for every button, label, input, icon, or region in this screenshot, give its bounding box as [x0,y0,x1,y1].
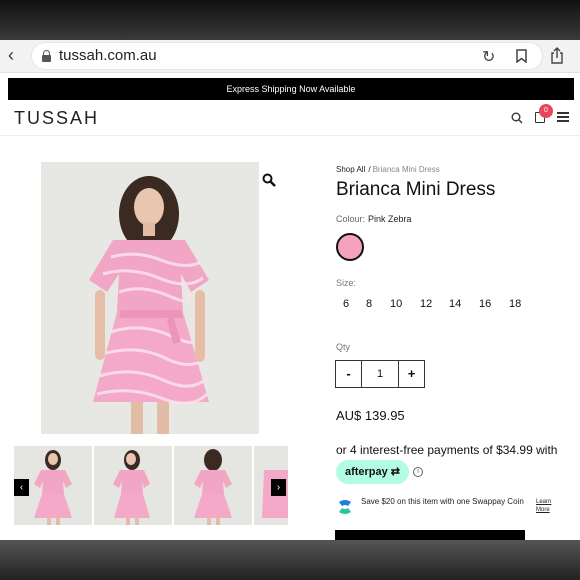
product-price: AU$ 139.95 [336,408,405,423]
zoom-icon[interactable] [262,173,276,187]
size-option-14[interactable]: 14 [449,298,461,310]
add-to-cart-button[interactable] [335,530,525,540]
swappay-offer: Save $20 on this item with one Swappay C… [336,496,554,522]
afterpay-arrows-icon: ⇄ [387,466,401,478]
product-title: Brianca Mini Dress [336,179,496,200]
size-option-8[interactable]: 8 [366,298,372,310]
colour-label: Colour: [336,214,366,224]
breadcrumb: Shop All / Brianca Mini Dress [336,165,440,174]
address-bar[interactable]: tussah.com.au ↻ [32,43,563,69]
site-logo[interactable]: TUSSAH [14,108,99,129]
colour-swatch-pink-zebra[interactable] [336,233,364,261]
share-icon[interactable] [550,47,564,64]
cart-count-badge: 0 [539,104,553,118]
learn-more-link[interactable]: Learn More [536,498,564,514]
breadcrumb-separator: / [368,165,371,174]
breadcrumb-current: Brianca Mini Dress [372,165,440,174]
gallery-prev-button[interactable]: ‹ [14,479,29,496]
afterpay-label: afterpay [344,466,388,478]
size-option-18[interactable]: 18 [509,298,521,310]
thumbnail-3[interactable] [174,446,252,525]
swappay-text: Save $20 on this item with one Swappay C… [361,497,524,506]
quantity-stepper: - 1 + [335,360,425,388]
reload-icon[interactable]: ↻ [482,47,495,67]
size-option-16[interactable]: 16 [479,298,491,310]
browser-toolbar: ‹ tussah.com.au ↻ [0,40,580,73]
size-option-10[interactable]: 10 [390,298,402,310]
qty-label: Qty [336,342,351,352]
lock-icon [42,50,51,62]
breadcrumb-home[interactable]: Shop All [336,165,365,174]
device-frame-bottom [0,540,580,580]
size-option-12[interactable]: 12 [420,298,432,310]
device-frame-top [0,0,580,40]
promo-banner: Express Shipping Now Available [8,78,574,100]
url-text[interactable]: tussah.com.au [59,47,157,64]
colour-value: Pink Zebra [368,214,412,224]
swappay-logo-icon [336,498,354,516]
search-icon[interactable] [511,111,523,124]
gallery-next-button[interactable]: › [271,479,286,496]
site-header: TUSSAH 0 [0,100,580,136]
qty-decrement-button[interactable]: - [336,361,362,387]
bookmark-icon[interactable] [516,49,527,63]
thumbnail-strip [14,446,288,525]
afterpay-badge[interactable]: afterpay ⇄ [336,460,409,484]
size-option-6[interactable]: 6 [343,298,349,310]
thumbnail-2[interactable] [94,446,172,525]
size-label: Size: [336,278,357,288]
installments-text: or 4 interest-free payments of $34.99 wi… [336,443,558,457]
info-icon[interactable]: i [413,467,423,477]
qty-input[interactable]: 1 [362,361,398,387]
colour-row: Colour: Pink Zebra [336,214,412,224]
hamburger-menu-icon[interactable] [557,112,569,122]
chevron-left-icon[interactable]: ‹ [8,46,22,64]
product-main-image[interactable] [41,162,259,434]
qty-increment-button[interactable]: + [398,361,424,387]
browser-screen: ‹ tussah.com.au ↻ Express Shipping Now A… [0,40,580,540]
